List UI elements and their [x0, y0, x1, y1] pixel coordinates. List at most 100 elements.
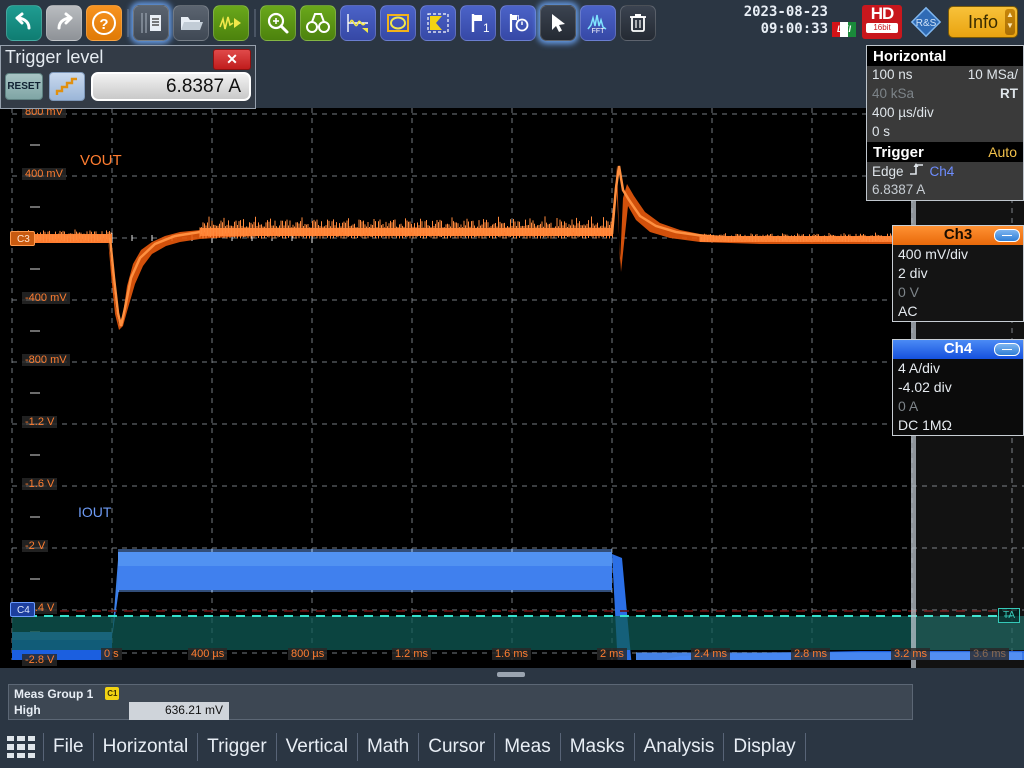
rising-edge-icon — [909, 162, 925, 181]
hd-bits-label: 16bit — [866, 23, 898, 33]
horizontal-resolution-row: 100 ns 10 MSa/ — [867, 66, 1023, 85]
trigger-type-row: Edge Ch4 — [867, 162, 1023, 181]
meas-source-badge[interactable]: C1 — [105, 687, 119, 700]
time-text: 09:00:33 — [744, 21, 828, 38]
menu-item-meas[interactable]: Meas — [494, 733, 559, 761]
svg-text:1: 1 — [516, 14, 521, 23]
undo-icon[interactable] — [6, 5, 42, 41]
x-axis-label: 800 µs — [288, 648, 327, 660]
ch3-scale[interactable]: 400 mV/div — [893, 245, 1023, 264]
ch3-header[interactable]: Ch3 — — [893, 226, 1023, 245]
resolution-value: 100 ns — [872, 66, 913, 85]
trigger-level-row: 6.8387 A — [867, 181, 1023, 200]
delete-icon[interactable] — [620, 5, 656, 41]
acquisition-mode-value: RT — [1000, 85, 1018, 104]
y-axis-label: -800 mV — [22, 354, 70, 366]
segmented-memory-icon[interactable] — [420, 5, 456, 41]
close-icon[interactable]: ✕ — [213, 49, 251, 70]
menu-item-math[interactable]: Math — [357, 733, 418, 761]
pointer-icon[interactable] — [540, 5, 576, 41]
trigger-level-value[interactable]: 6.8387 A — [91, 72, 251, 101]
meas-group-header[interactable]: Meas Group 1 C1 — [9, 685, 912, 702]
trigger-level-dialog[interactable]: Trigger level ✕ RESET 6.8387 A — [0, 45, 256, 109]
fft-icon[interactable]: FFT — [580, 5, 616, 41]
mask-test-icon[interactable] — [380, 5, 416, 41]
channel-panel-ch4[interactable]: Ch4 — 4 A/div -4.02 div 0 A DC 1MΩ — [892, 339, 1024, 436]
ch4-coupling[interactable]: DC 1MΩ — [893, 416, 1023, 435]
horizontal-scroll-handle[interactable] — [497, 672, 525, 677]
ch4-header[interactable]: Ch4 — — [893, 340, 1023, 359]
menu-item-trigger[interactable]: Trigger — [197, 733, 275, 761]
info-spinner-icon[interactable]: ▲▼ — [1005, 9, 1015, 35]
minimize-icon[interactable]: — — [994, 229, 1020, 242]
x-axis-label: 0 s — [101, 648, 122, 660]
toolbar: ? 1 1 FFT 2023-08-23 09:00:33 LXI — [0, 0, 1024, 45]
menu-item-horizontal[interactable]: Horizontal — [93, 733, 198, 761]
lxi-badge: LXI — [832, 22, 856, 37]
ch3-coupling[interactable]: AC — [893, 302, 1023, 321]
record-length-value: 40 kSa — [872, 85, 914, 104]
info-button[interactable]: Info ▲▼ — [948, 6, 1018, 38]
ch4-scale[interactable]: 4 A/div — [893, 359, 1023, 378]
horizontal-position-row: 0 s — [867, 123, 1023, 142]
svg-text:?: ? — [99, 16, 108, 33]
channel-panel-ch3[interactable]: Ch3 — 400 mV/div 2 div 0 V AC — [892, 225, 1024, 322]
redo-icon[interactable] — [46, 5, 82, 41]
save-waveform-icon[interactable] — [213, 5, 249, 41]
toolbar-separator-2 — [254, 9, 256, 37]
x-axis-label: 3.2 ms — [891, 648, 930, 660]
meas-row[interactable]: High 636.21 mV — [9, 702, 912, 720]
folder-open-icon[interactable] — [173, 5, 209, 41]
hd-mode-badge: HD 16bit — [862, 5, 902, 39]
y-axis-label: 800 mV — [22, 108, 66, 118]
ch3-position-marker[interactable]: C3 — [10, 231, 35, 246]
menu-item-analysis[interactable]: Analysis — [634, 733, 724, 761]
menu-item-cursor[interactable]: Cursor — [418, 733, 494, 761]
svg-text:1: 1 — [483, 21, 489, 34]
x-axis-label: 2.8 ms — [791, 648, 830, 660]
y-axis-label: 400 mV — [22, 168, 66, 180]
apps-grid-icon[interactable] — [7, 736, 35, 758]
horizontal-timebase-row: 400 µs/div — [867, 104, 1023, 123]
ch3-waveform-label: VOUT — [80, 152, 122, 169]
meas-group-label: Meas Group 1 — [14, 687, 93, 701]
ch3-offset-div[interactable]: 2 div — [893, 264, 1023, 283]
hd-label: HD — [862, 5, 902, 23]
trigger-level-controls: RESET 6.8387 A — [1, 72, 255, 101]
ch4-offset-div[interactable]: -4.02 div — [893, 378, 1023, 397]
ch4-offset[interactable]: 0 A — [893, 397, 1023, 416]
meas-name: High — [9, 702, 129, 720]
zoom-icon[interactable] — [260, 5, 296, 41]
nruns-icon[interactable]: 1 — [500, 5, 536, 41]
measurement-panel[interactable]: Meas Group 1 C1 High 636.21 mV — [8, 684, 913, 720]
help-icon[interactable]: ? — [86, 5, 122, 41]
notes-icon[interactable] — [133, 5, 169, 41]
staircase-icon[interactable] — [49, 72, 85, 101]
horizontal-trigger-panel[interactable]: Horizontal 100 ns 10 MSa/ 40 kSa RT 400 … — [866, 45, 1024, 201]
single-icon[interactable]: 1 — [460, 5, 496, 41]
autoset-icon[interactable] — [340, 5, 376, 41]
trigger-panel-header[interactable]: Trigger Auto — [867, 142, 1023, 162]
menu-item-display[interactable]: Display — [723, 733, 805, 761]
ch3-name: Ch3 — [944, 226, 972, 243]
ch4-position-marker[interactable]: C4 — [10, 602, 35, 617]
reset-button[interactable]: RESET — [5, 73, 43, 100]
x-axis-label: 2 ms — [597, 648, 627, 660]
x-axis-label: 1.2 ms — [392, 648, 431, 660]
menu-item-masks[interactable]: Masks — [560, 733, 634, 761]
trigger-title: Trigger — [873, 143, 924, 162]
trigger-mode-value: Auto — [988, 143, 1017, 162]
find-icon[interactable] — [300, 5, 336, 41]
minimize-icon[interactable]: — — [994, 343, 1020, 356]
timebase-value: 400 µs/div — [872, 104, 934, 123]
y-axis-label: -2.8 V — [22, 654, 57, 666]
ch3-offset[interactable]: 0 V — [893, 283, 1023, 302]
trigger-level-marker[interactable]: TA — [998, 608, 1020, 623]
y-axis-label: -400 mV — [22, 292, 70, 304]
horizontal-panel-header[interactable]: Horizontal — [867, 46, 1023, 66]
x-axis-label: 3.6 ms — [970, 648, 1009, 660]
menu-item-vertical[interactable]: Vertical — [276, 733, 357, 761]
date-text: 2023-08-23 — [744, 4, 828, 21]
menu-item-file[interactable]: File — [43, 733, 93, 761]
trigger-source-value: Ch4 — [930, 163, 955, 181]
